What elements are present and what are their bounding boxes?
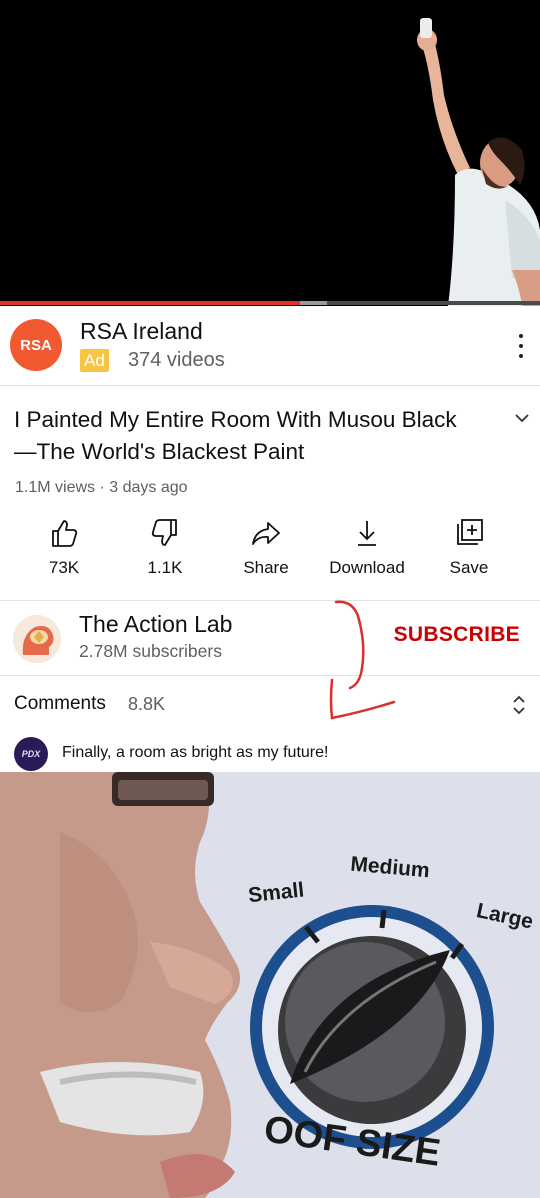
share-button[interactable]: Share (211, 518, 321, 588)
advertiser-name[interactable]: RSA Ireland (80, 318, 203, 345)
comments-count: 8.8K (128, 694, 166, 714)
comments-heading[interactable]: Comments (14, 693, 106, 715)
download-button[interactable]: Download (312, 518, 422, 588)
progress-bar[interactable] (0, 301, 540, 305)
advertiser-logo[interactable]: RSA (10, 319, 62, 371)
ad-badge: Ad (80, 349, 109, 372)
dislike-button[interactable]: 1.1K (110, 518, 220, 588)
commenter-avatar[interactable]: PDX (14, 737, 48, 771)
subscribe-button[interactable]: SUBSCRIBE (394, 623, 520, 647)
channel-row: The Action Lab 2.78M subscribers SUBSCRI… (0, 600, 540, 676)
meme-image: Small Medium Large OOF SIZE (0, 772, 540, 1198)
video-player[interactable] (0, 0, 540, 306)
thumbs-down-icon (151, 519, 177, 546)
video-title[interactable]: I Painted My Entire Room With Musou Blac… (14, 404, 484, 468)
oof-size-meme: Small Medium Large OOF SIZE (0, 772, 540, 1198)
download-icon (358, 521, 376, 546)
share-label: Share (243, 558, 289, 577)
thumbs-up-icon (52, 520, 78, 547)
like-button[interactable]: 73K (9, 518, 119, 588)
video-meta: 1.1M views · 3 days ago (15, 479, 188, 496)
more-options-icon[interactable] (516, 334, 526, 358)
save-playlist-icon (457, 519, 483, 545)
red-scribble-arrow (329, 600, 396, 720)
expand-comments-icon[interactable] (510, 693, 528, 717)
progress-played (0, 301, 300, 305)
ad-banner[interactable]: RSA RSA Ireland Ad 374 videos (0, 306, 540, 386)
channel-name[interactable]: The Action Lab (79, 611, 232, 638)
chevron-down-icon[interactable] (512, 408, 532, 428)
channel-avatar[interactable] (13, 615, 61, 663)
save-label: Save (449, 558, 489, 577)
save-button[interactable]: Save (414, 518, 524, 588)
brain-head-icon (13, 615, 61, 663)
advertiser-video-count: 374 videos (128, 349, 225, 371)
dislike-count: 1.1K (147, 558, 183, 577)
video-thumbnail (0, 0, 540, 306)
download-label: Download (329, 558, 405, 577)
like-count: 73K (48, 558, 80, 577)
subscriber-count: 2.78M subscribers (79, 641, 222, 661)
top-comment-text: Finally, a room as bright as my future! (62, 744, 329, 761)
share-icon (252, 522, 280, 545)
action-bar: 73K 1.1K Share Download Save (0, 518, 540, 588)
